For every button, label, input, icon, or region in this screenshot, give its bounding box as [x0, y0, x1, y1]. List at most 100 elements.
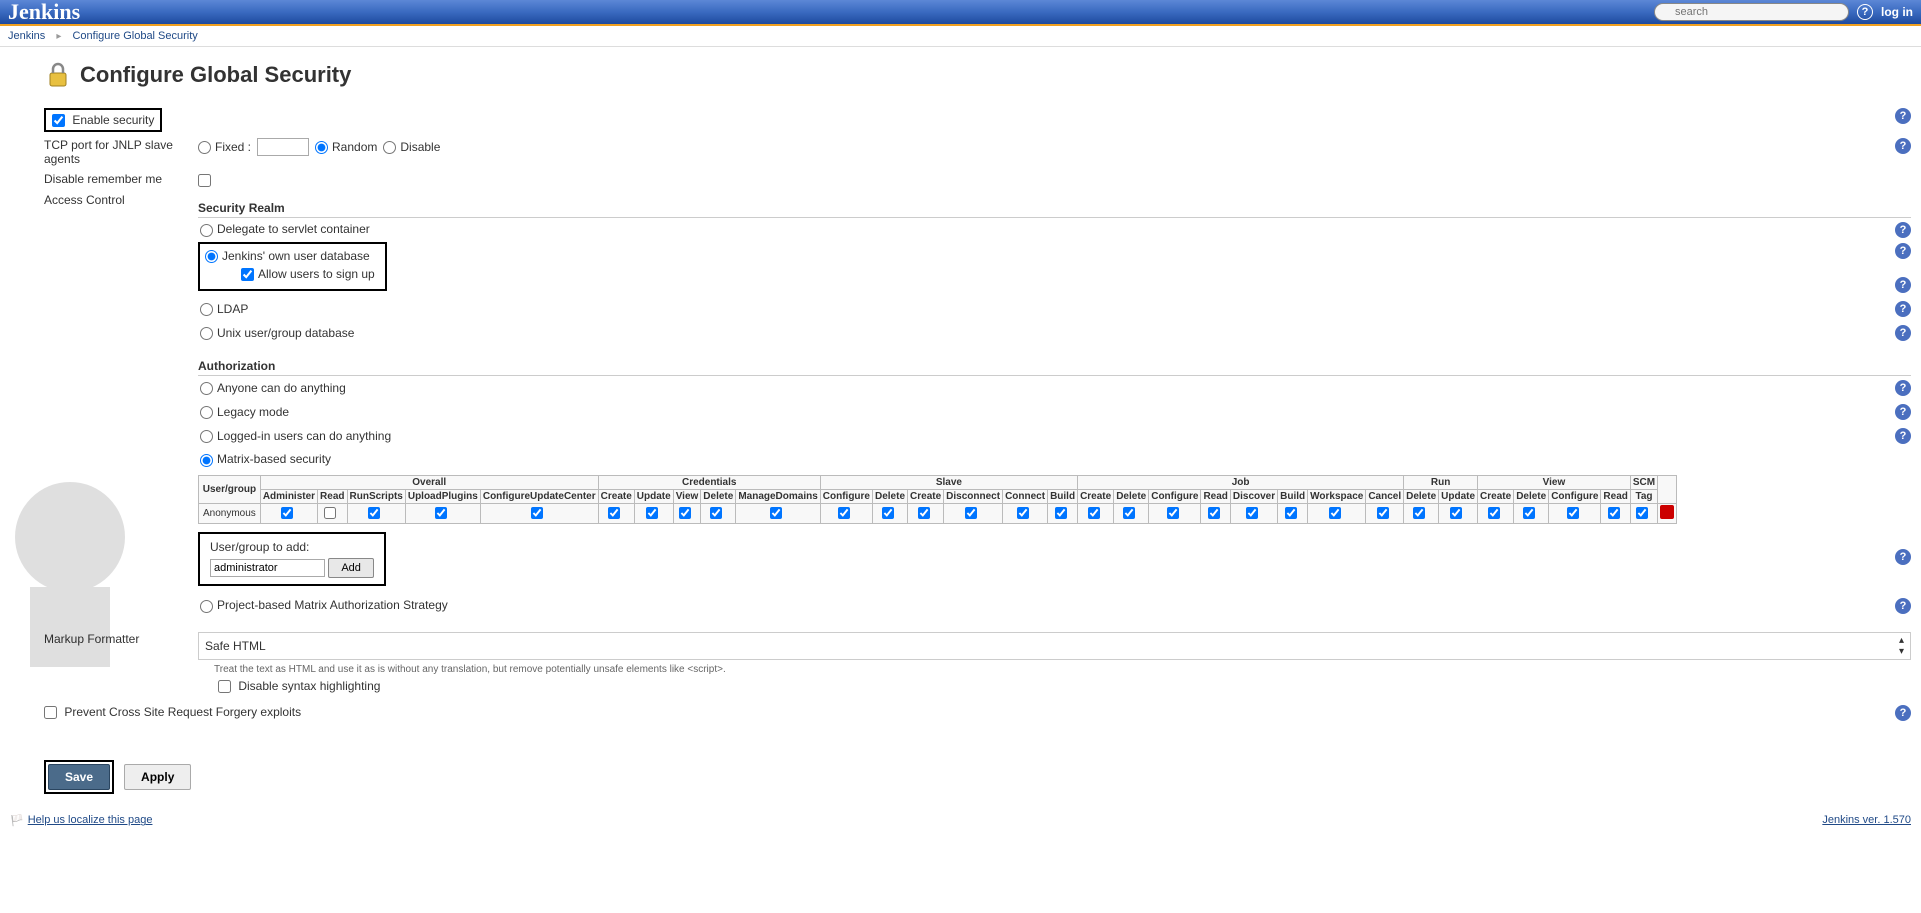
help-icon[interactable]: ? — [1895, 549, 1911, 565]
perm-cell[interactable] — [1478, 503, 1514, 523]
perm-cell[interactable] — [1048, 503, 1078, 523]
allow-signup-option[interactable]: Allow users to sign up — [241, 267, 375, 281]
perm-checkbox[interactable] — [1488, 507, 1500, 519]
help-icon[interactable]: ? — [1895, 138, 1911, 154]
disable-option[interactable]: Disable — [383, 140, 440, 154]
authz-legacy[interactable]: Legacy mode — [200, 405, 289, 419]
login-link[interactable]: log in — [1881, 5, 1913, 19]
perm-cell[interactable] — [820, 503, 872, 523]
perm-cell[interactable] — [1404, 503, 1439, 523]
help-icon[interactable]: ? — [1895, 428, 1911, 444]
markup-formatter-select-wrap[interactable]: Safe HTML ▴▾ — [198, 632, 1911, 660]
remember-me-checkbox[interactable] — [198, 174, 211, 187]
perm-checkbox[interactable] — [1329, 507, 1341, 519]
save-button[interactable]: Save — [48, 764, 110, 790]
perm-cell[interactable] — [1514, 503, 1549, 523]
help-icon[interactable]: ? — [1895, 404, 1911, 420]
help-icon[interactable]: ? — [1895, 222, 1911, 238]
perm-cell[interactable] — [1201, 503, 1230, 523]
perm-checkbox[interactable] — [1523, 507, 1535, 519]
perm-cell[interactable] — [480, 503, 598, 523]
perm-cell[interactable] — [1149, 503, 1201, 523]
breadcrumb-current[interactable]: Configure Global Security — [72, 30, 197, 42]
help-icon[interactable]: ? — [1895, 380, 1911, 396]
perm-cell[interactable] — [347, 503, 405, 523]
perm-cell[interactable] — [1439, 503, 1478, 523]
perm-checkbox[interactable] — [1450, 507, 1462, 519]
perm-cell[interactable] — [318, 503, 347, 523]
help-icon[interactable]: ? — [1895, 301, 1911, 317]
help-icon[interactable]: ? — [1895, 598, 1911, 614]
perm-cell[interactable] — [944, 503, 1003, 523]
perm-checkbox[interactable] — [1055, 507, 1067, 519]
perm-cell[interactable] — [634, 503, 673, 523]
perm-checkbox[interactable] — [679, 507, 691, 519]
fixed-option[interactable]: Fixed : — [198, 140, 251, 154]
perm-checkbox[interactable] — [918, 507, 930, 519]
perm-checkbox[interactable] — [1088, 507, 1100, 519]
perm-cell[interactable] — [873, 503, 908, 523]
perm-cell[interactable] — [673, 503, 701, 523]
realm-ldap[interactable]: LDAP — [200, 302, 248, 316]
delete-row-cell[interactable] — [1658, 503, 1677, 523]
authz-anyone[interactable]: Anyone can do anything — [200, 381, 346, 395]
perm-cell[interactable] — [1114, 503, 1149, 523]
realm-delegate[interactable]: Delegate to servlet container — [200, 222, 370, 236]
authz-matrix[interactable]: Matrix-based security — [200, 452, 331, 466]
csrf-checkbox[interactable] — [44, 706, 57, 719]
perm-checkbox[interactable] — [1636, 507, 1648, 519]
perm-cell[interactable] — [260, 503, 317, 523]
authz-project-matrix[interactable]: Project-based Matrix Authorization Strat… — [200, 598, 448, 612]
perm-checkbox[interactable] — [1017, 507, 1029, 519]
perm-cell[interactable] — [1278, 503, 1308, 523]
add-user-input[interactable] — [210, 559, 325, 577]
perm-checkbox[interactable] — [368, 507, 380, 519]
perm-checkbox[interactable] — [435, 507, 447, 519]
perm-checkbox[interactable] — [1567, 507, 1579, 519]
perm-checkbox[interactable] — [646, 507, 658, 519]
localize-link[interactable]: Help us localize this page — [28, 814, 153, 826]
authz-logged-in[interactable]: Logged-in users can do anything — [200, 429, 391, 443]
perm-checkbox[interactable] — [838, 507, 850, 519]
perm-cell[interactable] — [1366, 503, 1404, 523]
perm-cell[interactable] — [598, 503, 634, 523]
perm-checkbox[interactable] — [1377, 507, 1389, 519]
perm-checkbox[interactable] — [281, 507, 293, 519]
perm-cell[interactable] — [1230, 503, 1277, 523]
realm-unix[interactable]: Unix user/group database — [200, 326, 354, 340]
perm-cell[interactable] — [1078, 503, 1114, 523]
perm-checkbox[interactable] — [1285, 507, 1297, 519]
apply-button[interactable]: Apply — [124, 764, 191, 790]
perm-cell[interactable] — [908, 503, 944, 523]
enable-security-label[interactable]: Enable security — [52, 113, 154, 127]
add-button[interactable]: Add — [328, 558, 374, 578]
perm-checkbox[interactable] — [770, 507, 782, 519]
disable-radio[interactable] — [383, 141, 396, 154]
search-input[interactable] — [1654, 3, 1849, 21]
fixed-port-input[interactable] — [257, 138, 309, 156]
disable-syntax-option[interactable]: Disable syntax highlighting — [218, 679, 380, 693]
random-radio[interactable] — [315, 141, 328, 154]
help-icon[interactable]: ? — [1895, 277, 1911, 293]
perm-checkbox[interactable] — [882, 507, 894, 519]
perm-cell[interactable] — [701, 503, 736, 523]
help-icon[interactable]: ? — [1895, 108, 1911, 124]
perm-cell[interactable] — [1549, 503, 1601, 523]
perm-checkbox[interactable] — [1413, 507, 1425, 519]
perm-cell[interactable] — [405, 503, 480, 523]
version-link[interactable]: Jenkins ver. 1.570 — [1822, 814, 1911, 826]
perm-checkbox[interactable] — [710, 507, 722, 519]
perm-checkbox[interactable] — [965, 507, 977, 519]
header-help-icon[interactable]: ? — [1857, 4, 1873, 20]
perm-checkbox[interactable] — [1167, 507, 1179, 519]
perm-cell[interactable] — [1630, 503, 1657, 523]
random-option[interactable]: Random — [315, 140, 377, 154]
fixed-radio[interactable] — [198, 141, 211, 154]
csrf-option[interactable]: Prevent Cross Site Request Forgery explo… — [44, 705, 301, 719]
stop-icon[interactable] — [1660, 505, 1674, 519]
help-icon[interactable]: ? — [1895, 243, 1911, 259]
perm-checkbox[interactable] — [1608, 507, 1620, 519]
perm-cell[interactable] — [1601, 503, 1630, 523]
help-icon[interactable]: ? — [1895, 705, 1911, 721]
jenkins-logo[interactable]: Jenkins — [8, 0, 80, 25]
